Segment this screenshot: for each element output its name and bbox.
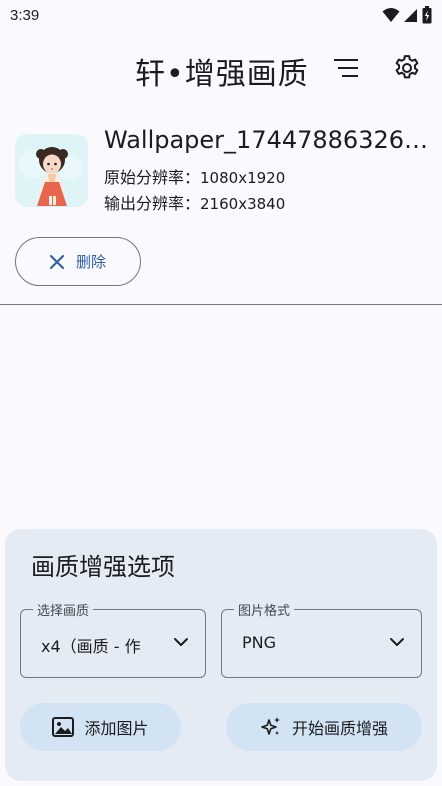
wifi-icon xyxy=(382,8,400,22)
chevron-down-icon xyxy=(390,638,404,646)
battery-icon xyxy=(422,6,432,24)
options-title: 画质增强选项 xyxy=(31,553,175,581)
settings-button[interactable] xyxy=(385,46,429,90)
status-bar: 3:39 xyxy=(0,0,442,30)
signal-icon xyxy=(404,9,417,22)
sort-icon xyxy=(334,59,358,77)
start-enhance-button[interactable]: 开始画质增强 xyxy=(226,703,422,751)
output-resolution-label: 输出分辨率： xyxy=(104,194,201,213)
divider xyxy=(0,304,442,305)
format-select[interactable]: 图片格式 PNG xyxy=(221,600,422,678)
output-resolution: 输出分辨率：2160x3840 xyxy=(104,190,285,214)
file-name: Wallpaper_1744788632677... xyxy=(104,126,434,154)
format-select-value: PNG xyxy=(242,633,277,652)
original-resolution-value: 1080x1920 xyxy=(200,169,286,187)
app-title: 轩•增强画质 xyxy=(135,57,309,92)
start-enhance-label: 开始画质增强 xyxy=(291,719,388,738)
delete-button[interactable]: 删除 xyxy=(15,237,141,286)
original-resolution-label: 原始分辨率： xyxy=(104,168,201,187)
image-thumbnail xyxy=(15,134,88,207)
sort-button[interactable] xyxy=(326,46,370,90)
thumbnail-image xyxy=(15,134,88,207)
image-icon xyxy=(52,717,75,737)
quality-select[interactable]: 选择画质 x4（画质 - 作 xyxy=(20,600,206,678)
original-resolution: 原始分辨率：1080x1920 xyxy=(104,164,285,188)
format-select-label: 图片格式 xyxy=(234,600,295,619)
status-icons xyxy=(382,6,432,24)
add-image-label: 添加图片 xyxy=(84,719,149,738)
delete-button-label: 删除 xyxy=(75,253,106,271)
add-image-button[interactable]: 添加图片 xyxy=(20,703,181,751)
quality-select-value: x4（画质 - 作 xyxy=(41,637,141,656)
close-icon xyxy=(49,254,64,269)
app-bar: 轩•增强画质 xyxy=(0,40,442,98)
enhance-options-panel: 画质增强选项 选择画质 x4（画质 - 作 图片格式 PNG 添加图片 开始画质… xyxy=(5,529,437,781)
sparkle-icon xyxy=(261,717,280,735)
file-card: Wallpaper_1744788632677... 原始分辨率：1080x19… xyxy=(15,126,435,216)
output-resolution-value: 2160x3840 xyxy=(200,195,286,213)
quality-select-label: 选择画质 xyxy=(33,600,94,619)
status-time: 3:39 xyxy=(10,6,40,24)
chevron-down-icon xyxy=(174,638,188,646)
gear-icon xyxy=(395,55,419,79)
